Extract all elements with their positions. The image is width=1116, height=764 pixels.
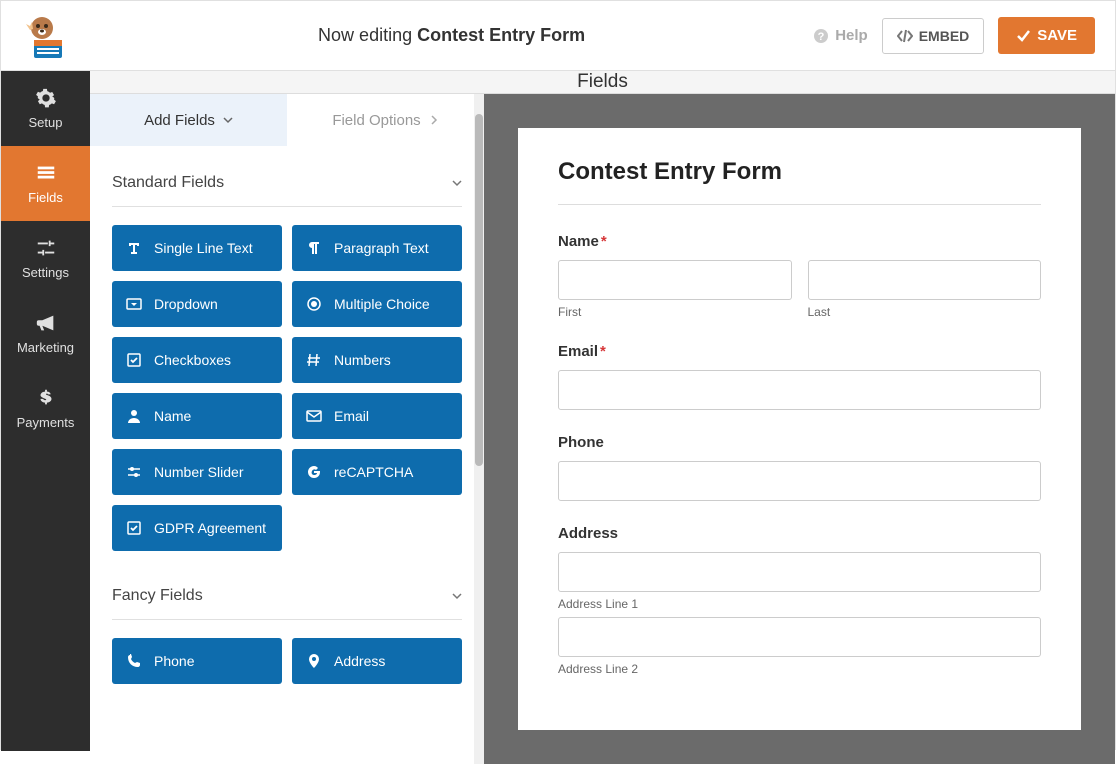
field-gdpr-agreement[interactable]: GDPR Agreement xyxy=(112,505,282,551)
chevron-right-icon xyxy=(429,115,439,125)
first-name-input[interactable] xyxy=(558,260,792,300)
email-input[interactable] xyxy=(558,370,1041,410)
form-preview: Contest Entry Form Name* First Last xyxy=(484,94,1115,764)
code-icon xyxy=(897,29,913,43)
bullhorn-icon xyxy=(35,312,57,334)
preview-name-field[interactable]: Name* First Last xyxy=(558,233,1041,319)
help-link[interactable]: ? Help xyxy=(813,27,868,44)
svg-text:?: ? xyxy=(818,31,825,43)
chevron-down-icon xyxy=(452,178,462,188)
google-icon xyxy=(306,464,322,480)
app-logo[interactable] xyxy=(1,1,90,71)
field-name[interactable]: Name xyxy=(112,393,282,439)
divider xyxy=(558,204,1041,205)
sidebar: Setup Fields Settings Marketing Payments xyxy=(1,71,90,751)
sidebar-item-fields[interactable]: Fields xyxy=(1,146,90,221)
tab-field-options[interactable]: Field Options xyxy=(287,94,484,146)
field-email[interactable]: Email xyxy=(292,393,462,439)
field-multiple-choice[interactable]: Multiple Choice xyxy=(292,281,462,327)
checkbox-icon xyxy=(126,520,142,536)
hash-icon xyxy=(306,352,322,368)
slider-icon xyxy=(126,464,142,480)
preview-address-field[interactable]: Address Address Line 1 Address Line 2 xyxy=(558,525,1041,676)
address-label: Address xyxy=(558,525,1041,542)
scrollbar[interactable] xyxy=(474,94,484,764)
gear-icon xyxy=(35,87,57,109)
sub-label-addr1: Address Line 1 xyxy=(558,597,1041,611)
field-paragraph-text[interactable]: Paragraph Text xyxy=(292,225,462,271)
paragraph-icon xyxy=(306,240,322,256)
phone-icon xyxy=(126,653,142,669)
dropdown-icon xyxy=(126,296,142,312)
sidebar-item-settings[interactable]: Settings xyxy=(1,221,90,296)
sidebar-item-label: Setup xyxy=(29,115,63,130)
envelope-icon xyxy=(306,408,322,424)
sidebar-item-marketing[interactable]: Marketing xyxy=(1,296,90,371)
sub-label-addr2: Address Line 2 xyxy=(558,662,1041,676)
field-dropdown[interactable]: Dropdown xyxy=(112,281,282,327)
dollar-icon xyxy=(35,387,57,409)
form-icon xyxy=(35,162,57,184)
name-label: Name* xyxy=(558,233,1041,250)
field-address[interactable]: Address xyxy=(292,638,462,684)
field-recaptcha[interactable]: reCAPTCHA xyxy=(292,449,462,495)
chevron-down-icon xyxy=(223,115,233,125)
scrollbar-thumb[interactable] xyxy=(475,114,483,466)
radio-icon xyxy=(306,296,322,312)
sidebar-item-label: Marketing xyxy=(17,340,74,355)
content-header: Fields xyxy=(90,71,1115,94)
preview-email-field[interactable]: Email* xyxy=(558,343,1041,410)
address-line1-input[interactable] xyxy=(558,552,1041,592)
text-icon xyxy=(126,240,142,256)
form-title: Contest Entry Form xyxy=(558,158,1041,186)
sub-label-last: Last xyxy=(808,305,1042,319)
last-name-input[interactable] xyxy=(808,260,1042,300)
sidebar-item-label: Payments xyxy=(17,415,75,430)
field-checkboxes[interactable]: Checkboxes xyxy=(112,337,282,383)
sidebar-item-label: Settings xyxy=(22,265,69,280)
field-numbers[interactable]: Numbers xyxy=(292,337,462,383)
sliders-icon xyxy=(35,237,57,259)
page-title: Now editing Contest Entry Form xyxy=(90,25,813,46)
check-icon xyxy=(1016,28,1031,43)
help-icon: ? xyxy=(813,28,829,44)
tab-add-fields[interactable]: Add Fields xyxy=(90,94,287,146)
map-pin-icon xyxy=(306,653,322,669)
chevron-down-icon xyxy=(452,591,462,601)
field-number-slider[interactable]: Number Slider xyxy=(112,449,282,495)
sub-label-first: First xyxy=(558,305,792,319)
group-standard-fields[interactable]: Standard Fields xyxy=(112,160,462,207)
preview-phone-field[interactable]: Phone xyxy=(558,434,1041,501)
email-label: Email* xyxy=(558,343,1041,360)
phone-input[interactable] xyxy=(558,461,1041,501)
fields-panel: Add Fields Field Options Standard Fields xyxy=(90,94,484,764)
save-button[interactable]: SAVE xyxy=(998,17,1095,54)
sidebar-item-payments[interactable]: Payments xyxy=(1,371,90,446)
checkbox-icon xyxy=(126,352,142,368)
sidebar-item-label: Fields xyxy=(28,190,63,205)
user-icon xyxy=(126,408,142,424)
field-single-line-text[interactable]: Single Line Text xyxy=(112,225,282,271)
field-phone[interactable]: Phone xyxy=(112,638,282,684)
sidebar-item-setup[interactable]: Setup xyxy=(1,71,90,146)
address-line2-input[interactable] xyxy=(558,617,1041,657)
group-fancy-fields[interactable]: Fancy Fields xyxy=(112,573,462,620)
phone-label: Phone xyxy=(558,434,1041,451)
embed-button[interactable]: EMBED xyxy=(882,18,985,54)
